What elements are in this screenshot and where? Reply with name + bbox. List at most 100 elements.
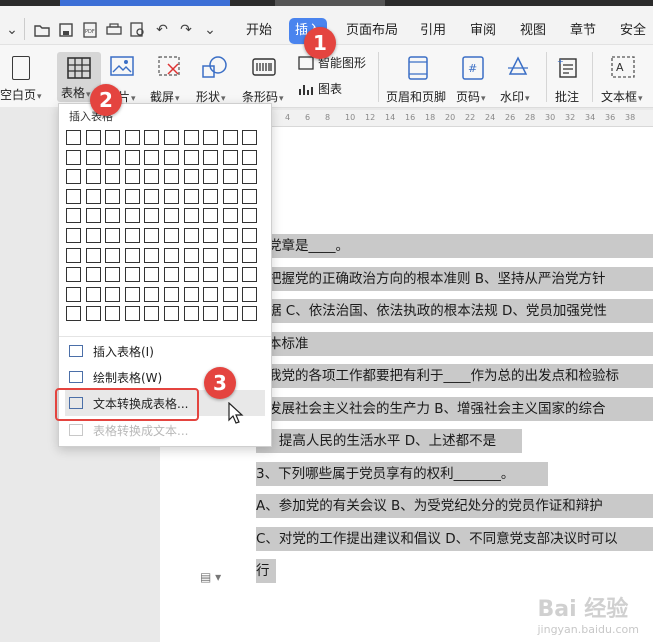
table-grid-cell[interactable] (144, 267, 160, 283)
shape-button[interactable]: 形状▾ (196, 56, 228, 105)
table-grid-cell[interactable] (222, 267, 238, 283)
table-grid-cell[interactable] (144, 286, 160, 302)
table-grid-cell[interactable] (203, 247, 219, 263)
table-grid-cell[interactable] (85, 247, 101, 263)
table-grid-cell[interactable] (144, 208, 160, 224)
tab-references[interactable]: 引用 (420, 18, 446, 44)
table-grid-cell[interactable] (242, 188, 258, 204)
tab-page-layout[interactable]: 页面布局 (346, 18, 398, 44)
table-grid-cell[interactable] (124, 130, 140, 145)
table-grid-cell[interactable] (144, 228, 160, 243)
table-grid-cell[interactable] (183, 208, 199, 224)
header-footer-button[interactable]: 页眉和页脚 (386, 56, 446, 105)
tab-view[interactable]: 视图 (520, 18, 546, 44)
table-grid-cell[interactable] (183, 228, 199, 243)
table-grid-cell[interactable] (124, 267, 140, 283)
table-grid-cell[interactable] (105, 208, 121, 224)
barcode-button[interactable]: 条形码▾ (242, 56, 284, 105)
table-grid-cell[interactable] (144, 247, 160, 263)
table-grid-cell[interactable] (183, 247, 199, 263)
table-grid-cell[interactable] (105, 228, 121, 243)
table-grid-cell[interactable] (183, 169, 199, 185)
table-grid-cell[interactable] (66, 130, 81, 145)
table-grid-cell[interactable] (124, 208, 140, 224)
table-grid-cell[interactable] (66, 286, 81, 302)
screenshot-button[interactable]: 截屏▾ (150, 56, 182, 105)
table-grid-cell[interactable] (183, 130, 199, 145)
watermark-button[interactable]: 水印▾ (500, 56, 530, 105)
table-grid-cell[interactable] (105, 169, 121, 185)
table-grid-cell[interactable] (222, 208, 238, 224)
table-grid-cell[interactable] (203, 228, 219, 243)
table-grid-cell[interactable] (144, 169, 160, 185)
table-grid-cell[interactable] (85, 208, 101, 224)
table-grid-cell[interactable] (222, 130, 238, 145)
table-grid-cell[interactable] (85, 188, 101, 204)
table-grid-cell[interactable] (85, 267, 101, 283)
table-grid-cell[interactable] (85, 306, 101, 322)
tab-section[interactable]: 章节 (570, 18, 596, 44)
table-grid-cell[interactable] (164, 208, 179, 224)
table-grid-cell[interactable] (124, 149, 140, 165)
table-grid-cell[interactable] (183, 286, 199, 302)
table-grid-cell[interactable] (183, 149, 199, 165)
table-grid-cell[interactable] (164, 228, 179, 243)
table-grid-cell[interactable] (66, 306, 81, 322)
table-grid-cell[interactable] (242, 228, 258, 243)
print-icon[interactable] (104, 20, 124, 40)
table-grid-cell[interactable] (124, 169, 140, 185)
table-grid-cell[interactable] (242, 247, 258, 263)
textbox-button[interactable]: A 文本框▾ (601, 56, 643, 105)
chevron-down-icon[interactable]: ⌄ (2, 20, 22, 40)
table-grid-cell[interactable] (203, 169, 219, 185)
table-grid-cell[interactable] (203, 188, 219, 204)
table-grid-cell[interactable] (203, 208, 219, 224)
table-grid-cell[interactable] (164, 267, 179, 283)
table-grid-cell[interactable] (66, 188, 81, 204)
table-grid-cell[interactable] (222, 228, 238, 243)
table-grid-cell[interactable] (66, 149, 81, 165)
open-folder-icon[interactable] (32, 20, 52, 40)
page-number-button[interactable]: # 页码▾ (456, 56, 486, 105)
table-grid-cell[interactable] (242, 169, 258, 185)
table-grid-cell[interactable] (124, 247, 140, 263)
table-grid-cell[interactable] (124, 306, 140, 322)
table-grid-cell[interactable] (164, 286, 179, 302)
table-grid-cell[interactable] (242, 149, 258, 165)
table-grid-cell[interactable] (164, 169, 179, 185)
table-grid-cell[interactable] (66, 208, 81, 224)
table-grid-cell[interactable] (164, 149, 179, 165)
table-grid-cell[interactable] (85, 169, 101, 185)
table-grid-cell[interactable] (144, 130, 160, 145)
table-grid-cell[interactable] (203, 149, 219, 165)
table-grid-cell[interactable] (124, 228, 140, 243)
table-grid-cell[interactable] (242, 286, 258, 302)
table-grid-cell[interactable] (105, 267, 121, 283)
table-grid-cell[interactable] (66, 247, 81, 263)
tab-review[interactable]: 审阅 (470, 18, 496, 44)
table-grid-cell[interactable] (105, 149, 121, 165)
table-grid-cell[interactable] (105, 247, 121, 263)
chevron-down-icon[interactable]: ⌄ (200, 20, 220, 40)
table-grid-cell[interactable] (164, 130, 179, 145)
table-grid-cell[interactable] (222, 188, 238, 204)
table-grid-cell[interactable] (203, 130, 219, 145)
print-preview-icon[interactable] (128, 20, 148, 40)
paragraph-marker-icon[interactable]: ▤ ▾ (200, 570, 221, 584)
table-grid-cell[interactable] (222, 247, 238, 263)
table-grid-cell[interactable] (222, 149, 238, 165)
table-grid-cell[interactable] (242, 130, 258, 145)
table-grid-cell[interactable] (242, 306, 258, 322)
table-grid-cell[interactable] (183, 267, 199, 283)
table-grid-cell[interactable] (222, 306, 238, 322)
table-grid-cell[interactable] (105, 188, 121, 204)
comment-button[interactable]: + 批注 (555, 56, 579, 105)
table-grid-cell[interactable] (144, 306, 160, 322)
smart-art-button[interactable]: 智能图形 (298, 54, 366, 71)
table-grid-cell[interactable] (144, 149, 160, 165)
table-grid-cell[interactable] (222, 286, 238, 302)
table-grid-cell[interactable] (124, 286, 140, 302)
table-grid-cell[interactable] (105, 130, 121, 145)
table-grid-cell[interactable] (183, 188, 199, 204)
table-grid-cell[interactable] (164, 247, 179, 263)
